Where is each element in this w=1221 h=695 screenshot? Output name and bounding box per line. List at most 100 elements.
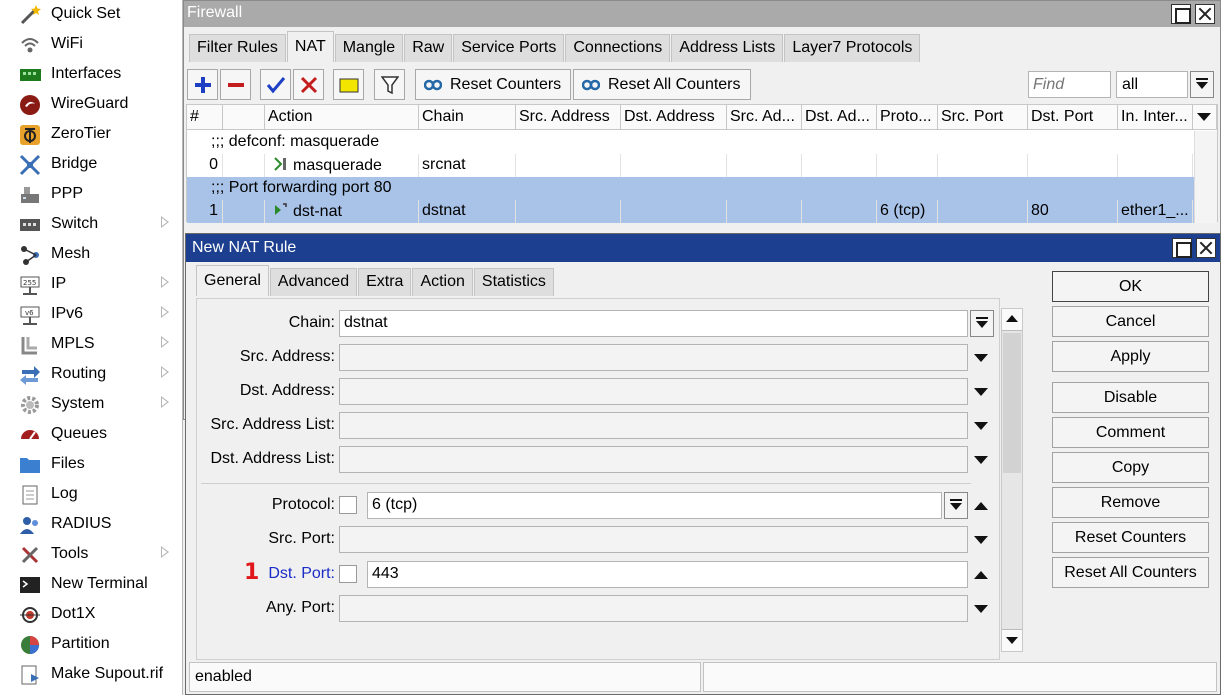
tab-action[interactable]: Action (412, 268, 473, 296)
dst-address-list-input[interactable] (339, 446, 968, 473)
tab-advanced[interactable]: Advanced (269, 268, 358, 296)
tab-service-ports[interactable]: Service Ports (453, 34, 565, 62)
disable-button[interactable]: Disable (1052, 382, 1209, 413)
table-scrollbar[interactable] (1194, 131, 1217, 223)
table-row-comment[interactable]: ;;; Port forwarding port 80 (187, 177, 1217, 200)
remove-button[interactable]: Remove (1052, 487, 1209, 518)
sidebar-item-quick-set[interactable]: Quick Set (0, 0, 182, 30)
any-port-input[interactable] (339, 595, 968, 622)
column-header[interactable]: Chain (419, 105, 516, 130)
sidebar-item-ip[interactable]: 255 IP (0, 270, 182, 300)
sidebar-item-mesh[interactable]: Mesh (0, 240, 182, 270)
sidebar-item-radius[interactable]: RADIUS (0, 510, 182, 540)
tab-address-lists[interactable]: Address Lists (671, 34, 784, 62)
tab-nat[interactable]: NAT (286, 31, 334, 62)
reset-counters-button[interactable]: Reset Counters (1052, 522, 1209, 553)
filter-select-dropdown[interactable] (1190, 71, 1214, 98)
sidebar-item-switch[interactable]: Switch (0, 210, 182, 240)
maximize-button[interactable] (1171, 4, 1191, 24)
sidebar-item-ppp[interactable]: PPP (0, 180, 182, 210)
sidebar-item-log[interactable]: Log (0, 480, 182, 510)
sidebar-item-new-terminal[interactable]: New Terminal (0, 570, 182, 600)
src-address-input[interactable] (339, 344, 968, 371)
chevron-up-icon[interactable] (974, 502, 988, 510)
reset-counters-button[interactable]: Reset Counters (415, 69, 571, 100)
find-input[interactable] (1028, 71, 1111, 98)
column-header[interactable] (223, 105, 265, 130)
firewall-titlebar[interactable]: Firewall (184, 1, 1220, 27)
reset-all-counters-button[interactable]: Reset All Counters (1052, 557, 1209, 588)
copy-button[interactable]: Copy (1052, 452, 1209, 483)
close-button[interactable] (1196, 238, 1216, 258)
protocol-dropdown[interactable] (944, 492, 968, 519)
column-header[interactable]: Dst. Port (1028, 105, 1118, 130)
sidebar-item-tools[interactable]: Tools (0, 540, 182, 570)
chevron-up-icon[interactable] (974, 571, 988, 579)
dst-port-input[interactable]: 443 (367, 561, 968, 588)
ok-button[interactable]: OK (1052, 271, 1209, 302)
tab-filter-rules[interactable]: Filter Rules (189, 34, 286, 62)
comment-button[interactable]: Comment (1052, 417, 1209, 448)
sidebar-item-wifi[interactable]: WiFi (0, 30, 182, 60)
dst-port-negate-checkbox[interactable] (339, 565, 357, 583)
column-header[interactable]: Proto... (877, 105, 938, 130)
sidebar-item-zerotier[interactable]: ZeroTier (0, 120, 182, 150)
chevron-down-icon[interactable] (974, 422, 988, 430)
column-header[interactable]: In. Inter... (1118, 105, 1193, 130)
tab-general[interactable]: General (196, 265, 269, 296)
tab-raw[interactable]: Raw (404, 34, 453, 62)
chain-input[interactable]: dstnat (339, 310, 968, 337)
enable-button[interactable] (260, 69, 291, 100)
sidebar-item-make-supout[interactable]: Make Supout.rif (0, 660, 182, 690)
tab-statistics[interactable]: Statistics (473, 268, 554, 296)
chevron-down-icon[interactable] (974, 354, 988, 362)
src-address-list-input[interactable] (339, 412, 968, 439)
dst-address-input[interactable] (339, 378, 968, 405)
comment-button[interactable] (333, 69, 364, 100)
sidebar-item-ipv6[interactable]: v6 IPv6 (0, 300, 182, 330)
chevron-down-icon[interactable] (974, 536, 988, 544)
scroll-thumb[interactable] (1003, 333, 1021, 473)
sidebar-item-partition[interactable]: Partition (0, 630, 182, 660)
sidebar-item-interfaces[interactable]: Interfaces (0, 60, 182, 90)
column-menu[interactable] (1193, 105, 1217, 130)
form-scrollbar[interactable] (1001, 308, 1023, 652)
sidebar-item-system[interactable]: System (0, 390, 182, 420)
chevron-down-icon[interactable] (974, 605, 988, 613)
sidebar-item-queues[interactable]: Queues (0, 420, 182, 450)
apply-button[interactable]: Apply (1052, 341, 1209, 372)
dialog-titlebar[interactable]: New NAT Rule (186, 234, 1220, 262)
cancel-button[interactable]: Cancel (1052, 306, 1209, 337)
chevron-down-icon[interactable] (974, 456, 988, 464)
column-header[interactable]: Src. Ad... (727, 105, 802, 130)
sidebar-item-mpls[interactable]: MPLS (0, 330, 182, 360)
table-row[interactable]: 0 masquerade srcnat (187, 154, 1217, 177)
protocol-negate-checkbox[interactable] (339, 496, 357, 514)
tab-mangle[interactable]: Mangle (334, 34, 404, 62)
tab-layer7-protocols[interactable]: Layer7 Protocols (784, 34, 921, 62)
column-header[interactable]: Dst. Address (621, 105, 727, 130)
maximize-button[interactable] (1172, 238, 1192, 258)
sidebar-item-bridge[interactable]: Bridge (0, 150, 182, 180)
column-header[interactable]: Src. Address (516, 105, 621, 130)
close-button[interactable] (1195, 4, 1215, 24)
tab-extra[interactable]: Extra (358, 268, 412, 296)
column-header[interactable]: Dst. Ad... (802, 105, 877, 130)
src-port-input[interactable] (339, 526, 968, 553)
chain-dropdown[interactable] (970, 310, 994, 337)
sidebar-item-dot1x[interactable]: Dot1X (0, 600, 182, 630)
filter-button[interactable] (374, 69, 405, 100)
table-row[interactable]: 1 dst-nat dstnat 6 (tcp) 80 ether1_... (187, 200, 1217, 223)
tab-connections[interactable]: Connections (565, 34, 671, 62)
chevron-down-icon[interactable] (974, 388, 988, 396)
scroll-down-button[interactable] (1002, 629, 1022, 651)
filter-select[interactable]: all (1116, 71, 1188, 98)
sidebar-item-routing[interactable]: Routing (0, 360, 182, 390)
remove-button[interactable] (220, 69, 251, 100)
sidebar-item-wireguard[interactable]: WireGuard (0, 90, 182, 120)
protocol-input[interactable]: 6 (tcp) (367, 492, 942, 519)
column-header[interactable]: Action (265, 105, 419, 130)
disable-button[interactable] (293, 69, 324, 100)
scroll-up-button[interactable] (1002, 309, 1022, 331)
table-row-comment[interactable]: ;;; defconf: masquerade (187, 131, 1217, 154)
